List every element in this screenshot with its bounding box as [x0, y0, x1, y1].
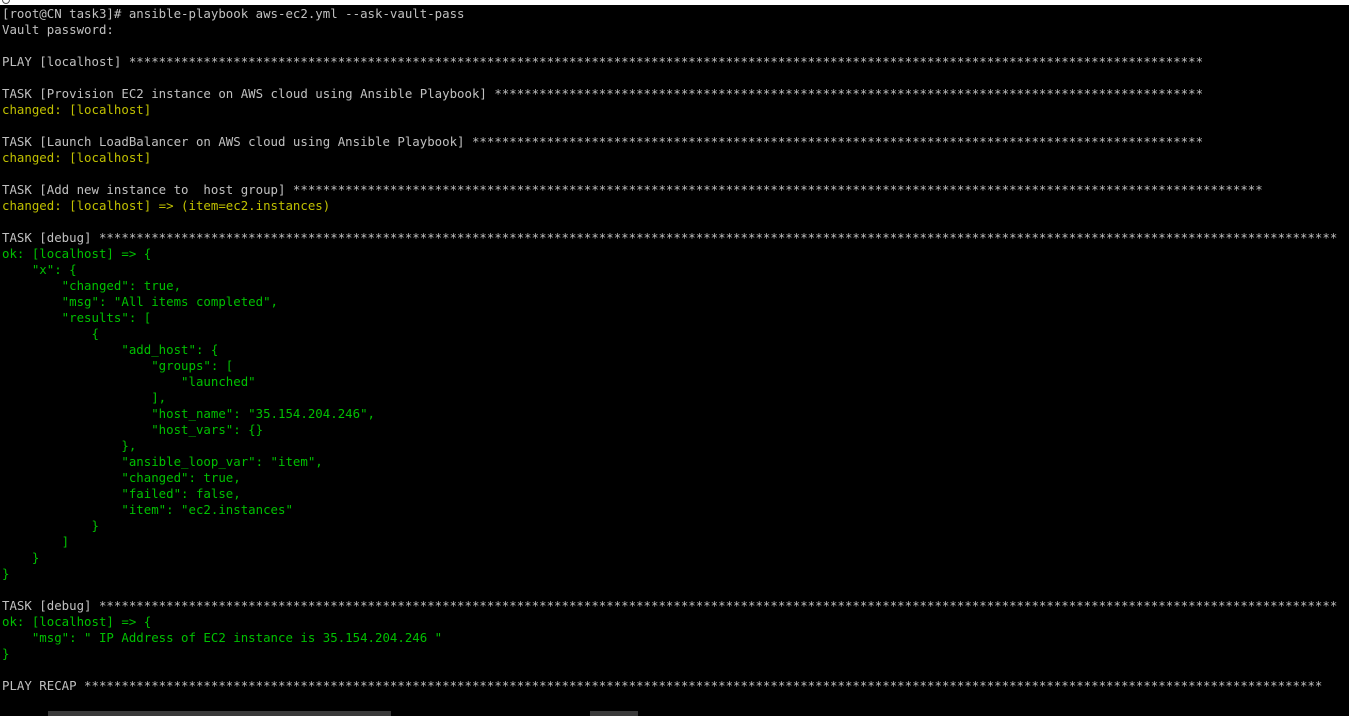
terminal-line: }	[2, 566, 10, 581]
terminal-line: Vault password:	[2, 22, 114, 37]
horizontal-scrollbar[interactable]	[0, 708, 1349, 716]
scrollbar-thumb-secondary[interactable]	[590, 711, 638, 716]
terminal-line: "msg": "All items completed",	[2, 294, 279, 309]
terminal-line: TASK [Add new instance to host group] **…	[2, 182, 1263, 197]
terminal-line: "host_vars": {}	[2, 422, 264, 437]
terminal-line: "groups": [	[2, 358, 234, 373]
terminal-line: TASK [Launch LoadBalancer on AWS cloud u…	[2, 134, 1204, 149]
terminal-line: [root@CN task3]# ansible-playbook aws-ec…	[2, 6, 465, 21]
terminal-line: "failed": false,	[2, 486, 241, 501]
terminal-line: ],	[2, 390, 167, 405]
terminal-line: "x": {	[2, 262, 77, 277]
terminal-line: "host_name": "35.154.204.246",	[2, 406, 375, 421]
terminal-line: PLAY RECAP *****************************…	[2, 678, 1323, 693]
terminal-line: {	[2, 326, 99, 341]
terminal-line: "launched"	[2, 374, 256, 389]
terminal-line: changed: [localhost]	[2, 102, 152, 117]
terminal-line: TASK [debug] ***************************…	[2, 230, 1338, 245]
scrollbar-thumb[interactable]	[48, 711, 391, 716]
terminal-line: "msg": " IP Address of EC2 instance is 3…	[2, 630, 443, 645]
terminal-line: ok: [localhost] => {	[2, 246, 152, 261]
terminal-line: "results": [	[2, 310, 152, 325]
terminal-output[interactable]: [root@CN task3]# ansible-playbook aws-ec…	[2, 6, 1347, 706]
terminal-line: changed: [localhost] => (item=ec2.instan…	[2, 198, 331, 213]
terminal-line: TASK [Provision EC2 instance on AWS clou…	[2, 86, 1204, 101]
terminal-line: }	[2, 646, 10, 661]
terminal-line: "add_host": {	[2, 342, 219, 357]
terminal-line: "item": "ec2.instances"	[2, 502, 293, 517]
terminal-line: ok: [localhost] => {	[2, 614, 152, 629]
terminal-line: "ansible_loop_var": "item",	[2, 454, 323, 469]
window-top-edge	[0, 0, 1349, 5]
terminal-line: changed: [localhost]	[2, 150, 152, 165]
terminal-line: }	[2, 518, 99, 533]
terminal-window: [root@CN task3]# ansible-playbook aws-ec…	[0, 0, 1349, 716]
terminal-line: }	[2, 550, 40, 565]
terminal-line: "changed": true,	[2, 278, 182, 293]
terminal-line: PLAY [localhost] ***********************…	[2, 54, 1204, 69]
terminal-line: ]	[2, 534, 70, 549]
terminal-line: "changed": true,	[2, 470, 241, 485]
window-corner-icon	[2, 0, 10, 4]
terminal-line: },	[2, 438, 137, 453]
terminal-line: TASK [debug] ***************************…	[2, 598, 1338, 613]
